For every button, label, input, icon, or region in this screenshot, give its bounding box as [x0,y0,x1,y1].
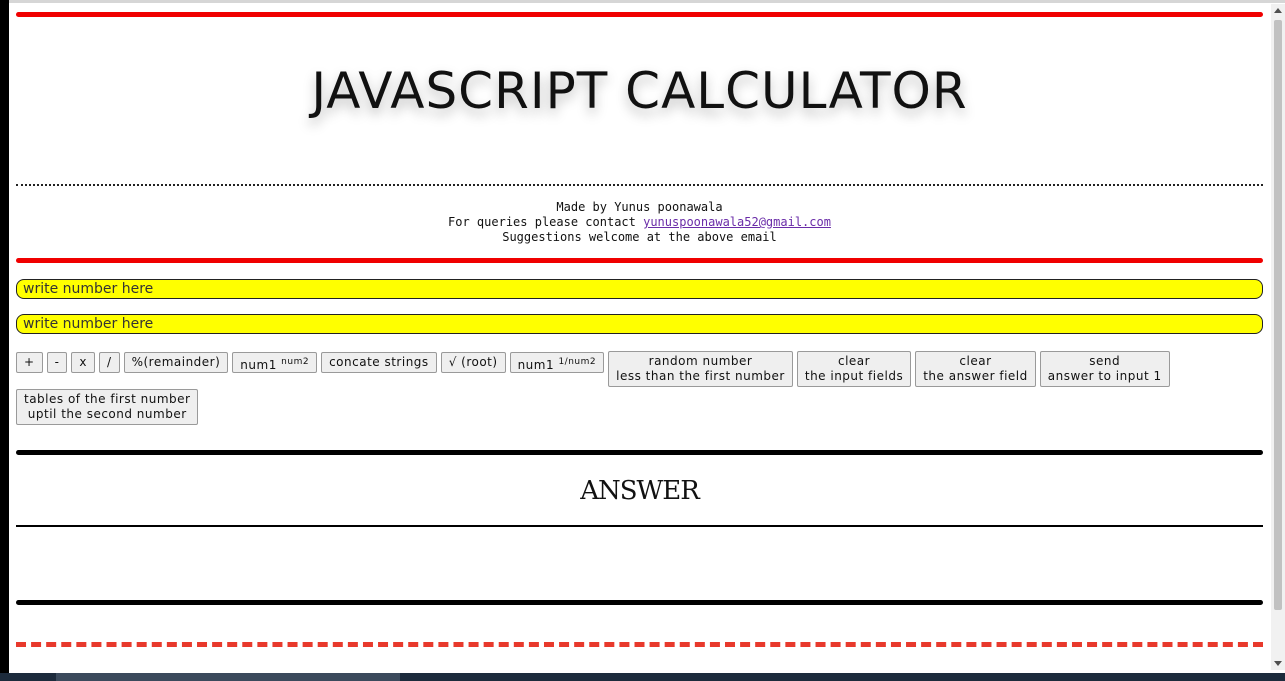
clear-inputs-label-1: clear [837,354,871,368]
nth-root-exponent-label: 1/num2 [558,357,597,367]
footer-dashed-divider [16,642,1263,647]
answer-heading: ANSWER [580,476,700,506]
answer-top-divider [16,450,1263,455]
answer-output [16,530,1263,598]
scroll-down-arrow-icon[interactable] [1274,661,1282,666]
subtract-button[interactable]: - [46,352,68,373]
nth-root-base-label: num1 [517,358,555,372]
answer-heading-divider [16,525,1263,527]
clear-inputs-label-2: the input fields [804,369,904,383]
send-answer-button[interactable]: send answer to input 1 [1039,351,1170,387]
send-answer-label-1: send [1089,354,1121,368]
tables-button[interactable]: tables of the first number uptil the sec… [16,389,199,425]
vertical-scrollbar[interactable] [1271,4,1285,670]
answer-bottom-divider [16,600,1263,605]
random-number-label-1: random number [648,354,753,368]
credits-contact: For queries please contact yunuspoonawal… [16,215,1263,230]
email-link[interactable]: yunuspoonawala52@gmail.com [643,215,831,229]
power-exponent-label: num2 [281,357,310,367]
concat-strings-button[interactable]: concate strings [321,352,437,373]
window-left-edge [0,0,9,681]
add-button[interactable]: + [16,352,43,373]
power-button[interactable]: num1 num2 [232,352,318,373]
remainder-button[interactable]: %(remainder) [123,352,229,373]
scrollbar-thumb[interactable] [1274,20,1282,610]
dotted-divider [16,184,1263,186]
clear-answer-label-1: clear [959,354,992,368]
root-button[interactable]: √ (root) [440,352,506,373]
credits-contact-prefix: For queries please contact [448,215,644,229]
clear-answer-button[interactable]: clear the answer field [915,351,1036,387]
power-base-label: num1 [240,358,277,372]
tables-label-2: uptil the second number [27,407,187,421]
taskbar [0,673,1285,681]
credits-author: Made by Yunus poonawala [556,200,723,214]
operation-buttons: + - x / %(remainder) num1 num2 concate s… [16,351,1263,425]
divide-button[interactable]: / [99,352,120,373]
credits-suggestions: Suggestions welcome at the above email [502,230,777,244]
taskbar-app-button[interactable] [56,673,400,681]
credits: Made by Yunus poonawala For queries plea… [16,200,1263,245]
second-number-input[interactable] [16,314,1263,334]
clear-inputs-button[interactable]: clear the input fields [796,351,912,387]
page-title: JAVASCRIPT CALCULATOR [311,62,968,120]
top-red-divider [16,12,1263,17]
multiply-button[interactable]: x [71,352,96,373]
clear-answer-label-2: the answer field [923,369,1028,383]
scroll-up-arrow-icon[interactable] [1274,8,1282,13]
send-answer-label-2: answer to input 1 [1047,369,1162,383]
random-number-button[interactable]: random number less than the first number [608,351,793,387]
tables-label-1: tables of the first number [24,392,191,406]
nth-root-button[interactable]: num1 1/num2 [509,352,605,373]
window-top-edge [9,0,1285,3]
mid-red-divider [16,258,1263,263]
first-number-input[interactable] [16,279,1263,299]
random-number-label-2: less than the first number [616,369,785,383]
